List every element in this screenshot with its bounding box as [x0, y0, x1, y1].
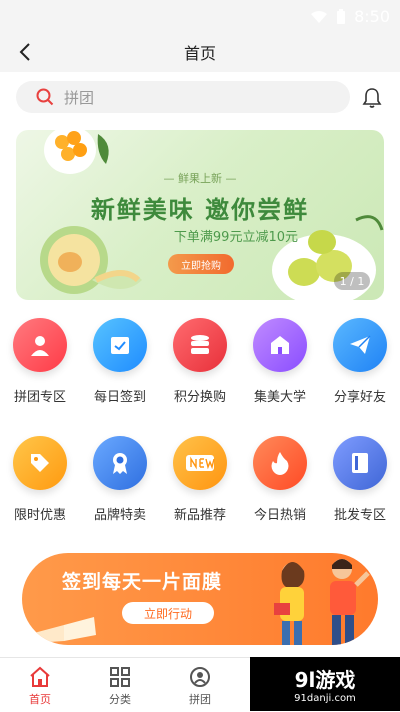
page-title: 首页 — [183, 44, 216, 63]
battery-icon — [337, 8, 346, 24]
award-icon — [113, 453, 127, 474]
banner-tag: — 鲜果上新 — — [163, 172, 237, 185]
tab-category[interactable]: 分类 — [80, 658, 160, 712]
promo-action-button[interactable]: 立即行动 — [122, 602, 214, 624]
grid-item-label: 集美大学 — [253, 390, 306, 405]
search-input[interactable]: 拼团 — [16, 81, 350, 113]
search-row: 拼团 — [0, 72, 400, 124]
promo-title: 签到每天一片面膜 — [62, 571, 223, 593]
database-icon — [191, 335, 209, 354]
tab-home[interactable]: 首页 — [0, 658, 80, 712]
grid-item-label: 限时优惠 — [13, 508, 66, 523]
grid-icon-bg — [13, 318, 67, 372]
book-icon — [352, 453, 368, 473]
paper-plane-icon — [350, 335, 371, 354]
book-decoration-image — [34, 617, 96, 643]
grid-item-label: 新品推荐 — [173, 508, 226, 523]
banner-headline: 新鲜美味 邀你尝鲜 — [90, 196, 310, 224]
banner-pager: 1 / 1 — [334, 272, 370, 290]
grid-item-label: 拼团专区 — [13, 390, 66, 405]
promo-banner[interactable]: — 鲜果上新 — 新鲜美味 邀你尝鲜 下单满99元立减10元 立即抢购 1 / … — [16, 130, 384, 300]
user-icon — [31, 336, 49, 356]
banner-buy-button[interactable]: 立即抢购 — [168, 254, 234, 274]
grid-icon-bg — [173, 436, 227, 490]
home-icon — [30, 666, 50, 687]
watermark-title: 9l游戏 — [294, 668, 356, 692]
grid-item-jimei[interactable]: 集美大学 — [240, 312, 320, 412]
top-navbar: 首页 — [0, 32, 400, 72]
grid-item-label: 批发专区 — [333, 508, 386, 523]
tag-icon — [31, 454, 49, 472]
people-illustration — [274, 559, 370, 645]
status-time: 8:50 — [354, 7, 390, 26]
grid-icon-bg — [253, 318, 307, 372]
grid-item-label: 每日签到 — [93, 390, 146, 405]
grid-icon — [110, 667, 130, 687]
grid-icon-bg — [253, 436, 307, 490]
building-icon — [271, 336, 289, 354]
grid-icon-bg — [13, 436, 67, 490]
grid-item-label: 积分换购 — [173, 390, 226, 405]
grid-icon-bg — [333, 436, 387, 490]
chevron-left-icon — [19, 43, 30, 61]
grid-item-daily-signin[interactable]: 每日签到 — [80, 312, 160, 412]
grid-item-label: 今日热销 — [253, 508, 306, 523]
grid-icon-bg — [93, 436, 147, 490]
grid-icon-bg — [93, 318, 147, 372]
wifi-icon — [311, 10, 328, 23]
watermark-url: 91danji.com — [294, 693, 356, 704]
grid-item-label: 品牌特卖 — [93, 508, 146, 523]
calendar-check-icon — [111, 337, 129, 354]
grid-item-label: 分享好友 — [333, 390, 386, 405]
flame-icon — [271, 452, 289, 475]
tab-label: 拼团 — [189, 693, 211, 706]
tab-label: 分类 — [109, 693, 131, 706]
tab-label: 首页 — [29, 693, 51, 706]
bell-icon[interactable] — [360, 86, 384, 110]
banner-subline: 下单满99元立减10元 — [173, 230, 298, 245]
status-bar: 8:50 — [0, 0, 400, 32]
grid-item-new-products[interactable]: 新品推荐 — [160, 430, 240, 530]
signin-promo-banner[interactable]: 签到每天一片面膜 立即行动 — [22, 553, 378, 645]
new-badge-icon — [186, 455, 215, 471]
tab-group-buy[interactable]: 拼团 — [160, 658, 240, 712]
grid-icon-bg — [333, 318, 387, 372]
status-icons: 8:50 — [310, 7, 390, 26]
back-button[interactable] — [14, 40, 36, 64]
search-icon — [36, 88, 54, 106]
search-placeholder: 拼团 — [64, 88, 95, 107]
group-icon — [190, 667, 210, 687]
grid-item-group-buy[interactable]: 拼团专区 — [0, 312, 80, 412]
grid-item-flash-sale[interactable]: 限时优惠 — [0, 430, 80, 530]
grid-icon-bg — [173, 318, 227, 372]
grid-item-share[interactable]: 分享好友 — [320, 312, 400, 412]
grid-item-brand-sale[interactable]: 品牌特卖 — [80, 430, 160, 530]
grid-item-hot-today[interactable]: 今日热销 — [240, 430, 320, 530]
grid-item-wholesale[interactable]: 批发专区 — [320, 430, 400, 530]
site-watermark: 9l游戏 91danji.com — [250, 657, 400, 711]
grid-item-points-exchange[interactable]: 积分换购 — [160, 312, 240, 412]
